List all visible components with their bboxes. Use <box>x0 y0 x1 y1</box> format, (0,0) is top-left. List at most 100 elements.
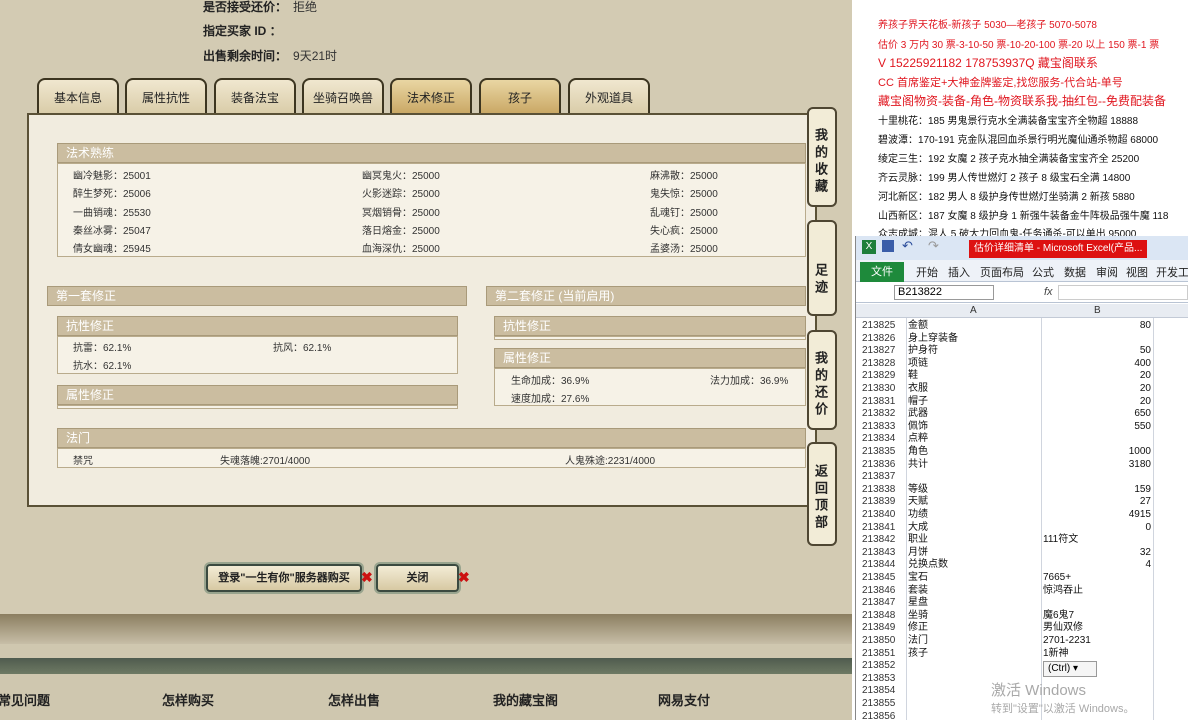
row-number[interactable]: 213855 <box>862 698 908 710</box>
tab-appearance[interactable]: 外观道具 <box>568 78 650 114</box>
row-number[interactable]: 213848 <box>862 610 908 622</box>
table-row[interactable]: 213840 功绩 4915 <box>856 509 1188 522</box>
tab-view[interactable]: 视图 <box>1126 264 1148 280</box>
row-number[interactable]: 213836 <box>862 459 908 471</box>
table-row[interactable]: 213826 身上穿装备 <box>856 333 1188 346</box>
cell-b[interactable]: 20 <box>1043 370 1151 382</box>
table-row[interactable]: 213845 宝石 7665+ <box>856 572 1188 585</box>
formula-input[interactable] <box>1058 285 1188 300</box>
row-number[interactable]: 213842 <box>862 534 908 546</box>
cell-b[interactable]: 80 <box>1043 320 1151 332</box>
cell-b[interactable]: 400 <box>1043 358 1151 370</box>
row-number[interactable]: 213835 <box>862 446 908 458</box>
tab-formulas[interactable]: 公式 <box>1032 264 1054 280</box>
cell-a[interactable]: 套装 <box>908 585 928 597</box>
tab-equipment[interactable]: 装备法宝 <box>214 78 296 114</box>
my-favorites-button[interactable]: 我的收藏 <box>807 107 837 207</box>
tab-review[interactable]: 审阅 <box>1096 264 1118 280</box>
row-number[interactable]: 213843 <box>862 547 908 559</box>
footer-link-how-buy[interactable]: 怎样购买 <box>162 690 214 709</box>
table-row[interactable]: 213833 佩饰 550 <box>856 421 1188 434</box>
cell-a[interactable]: 点粹 <box>908 433 928 445</box>
row-number[interactable]: 213852 <box>862 660 908 672</box>
cell-b[interactable]: 20 <box>1043 396 1151 408</box>
cell-b[interactable]: 32 <box>1043 547 1151 559</box>
paste-options-button[interactable]: (Ctrl) ▾ <box>1043 661 1097 677</box>
footer-link-faq[interactable]: 常见问题 <box>0 690 50 709</box>
table-row[interactable]: 213842 职业 111符文 <box>856 534 1188 547</box>
row-number[interactable]: 213840 <box>862 509 908 521</box>
cell-a[interactable]: 武器 <box>908 408 928 420</box>
table-row[interactable]: 213834 点粹 <box>856 433 1188 446</box>
table-row[interactable]: 213851 孩子 1新神 <box>856 648 1188 661</box>
cell-b[interactable]: 1新神 <box>1043 648 1151 660</box>
cell-a[interactable]: 孩子 <box>908 648 928 660</box>
cell-b[interactable]: 2701-2231 <box>1043 635 1151 647</box>
cell-b[interactable]: 20 <box>1043 383 1151 395</box>
cell-a[interactable]: 宝石 <box>908 572 928 584</box>
cell-b[interactable]: 50 <box>1043 345 1151 357</box>
tab-home[interactable]: 开始 <box>916 264 938 280</box>
tab-insert[interactable]: 插入 <box>948 264 970 280</box>
cell-a[interactable]: 坐骑 <box>908 610 928 622</box>
cell-b[interactable]: 650 <box>1043 408 1151 420</box>
cell-a[interactable]: 法门 <box>908 635 928 647</box>
row-number[interactable]: 213851 <box>862 648 908 660</box>
row-number[interactable]: 213847 <box>862 597 908 609</box>
row-number[interactable]: 213837 <box>862 471 908 483</box>
cell-b[interactable]: 0 <box>1043 522 1151 534</box>
cell-a[interactable]: 帽子 <box>908 396 928 408</box>
table-row[interactable]: 213836 共计 3180 <box>856 459 1188 472</box>
row-number[interactable]: 213825 <box>862 320 908 332</box>
name-box[interactable]: B213822 <box>894 285 994 300</box>
cell-b[interactable]: 惊鸿吞止 <box>1043 585 1151 597</box>
table-row[interactable]: 213827 护身符 50 <box>856 345 1188 358</box>
cell-a[interactable]: 项链 <box>908 358 928 370</box>
row-number[interactable]: 213826 <box>862 333 908 345</box>
footprint-button[interactable]: 足迹 <box>807 220 837 316</box>
cell-a[interactable]: 护身符 <box>908 345 938 357</box>
cell-a[interactable]: 鞋 <box>908 370 918 382</box>
cell-b[interactable]: 159 <box>1043 484 1151 496</box>
cell-b[interactable]: 4 <box>1043 559 1151 571</box>
row-number[interactable]: 213831 <box>862 396 908 408</box>
footer-link-netease-pay[interactable]: 网易支付 <box>658 690 710 709</box>
row-number[interactable]: 213832 <box>862 408 908 420</box>
table-row[interactable]: 213841 大成 0 <box>856 522 1188 535</box>
table-row[interactable]: 213825 金额 80 <box>856 320 1188 333</box>
table-row[interactable]: 213846 套装 惊鸿吞止 <box>856 585 1188 598</box>
cell-a[interactable]: 角色 <box>908 446 928 458</box>
table-row[interactable]: 213843 月饼 32 <box>856 547 1188 560</box>
table-row[interactable]: 213848 坐骑 魔6鬼7 <box>856 610 1188 623</box>
tab-spell-correction[interactable]: 法术修正 <box>390 78 472 114</box>
table-row[interactable]: 213835 角色 1000 <box>856 446 1188 459</box>
fx-icon[interactable]: fx <box>1044 286 1053 298</box>
close-button[interactable]: 关闭 <box>376 564 459 592</box>
table-row[interactable]: 213849 修正 男仙双修 <box>856 622 1188 635</box>
row-number[interactable]: 213856 <box>862 711 908 720</box>
tab-file[interactable]: 文件 <box>860 262 904 282</box>
row-number[interactable]: 213838 <box>862 484 908 496</box>
cell-a[interactable]: 金额 <box>908 320 928 332</box>
cell-a[interactable]: 月饼 <box>908 547 928 559</box>
row-number[interactable]: 213830 <box>862 383 908 395</box>
row-number[interactable]: 213834 <box>862 433 908 445</box>
table-row[interactable]: 213850 法门 2701-2231 <box>856 635 1188 648</box>
save-icon[interactable] <box>882 240 894 252</box>
cell-b[interactable]: 7665+ <box>1043 572 1151 584</box>
table-row[interactable]: 213852 <box>856 660 1188 673</box>
redo-icon[interactable]: ↷ <box>928 238 939 254</box>
table-row[interactable]: 213831 帽子 20 <box>856 396 1188 409</box>
back-to-top-button[interactable]: 返回顶部 <box>807 442 837 546</box>
tab-mounts[interactable]: 坐骑召唤兽 <box>302 78 384 114</box>
row-number[interactable]: 213849 <box>862 622 908 634</box>
cell-b[interactable]: 550 <box>1043 421 1151 433</box>
table-row[interactable]: 213830 衣服 20 <box>856 383 1188 396</box>
table-row[interactable]: 213828 项链 400 <box>856 358 1188 371</box>
tab-children[interactable]: 孩子 <box>479 78 561 114</box>
cell-a[interactable]: 星盘 <box>908 597 928 609</box>
cell-b[interactable]: 魔6鬼7 <box>1043 610 1151 622</box>
cell-b[interactable]: 27 <box>1043 496 1151 508</box>
footer-link-my-treasure[interactable]: 我的藏宝阁 <box>493 690 558 709</box>
login-buy-button[interactable]: 登录"一生有你"服务器购买 <box>206 564 362 592</box>
